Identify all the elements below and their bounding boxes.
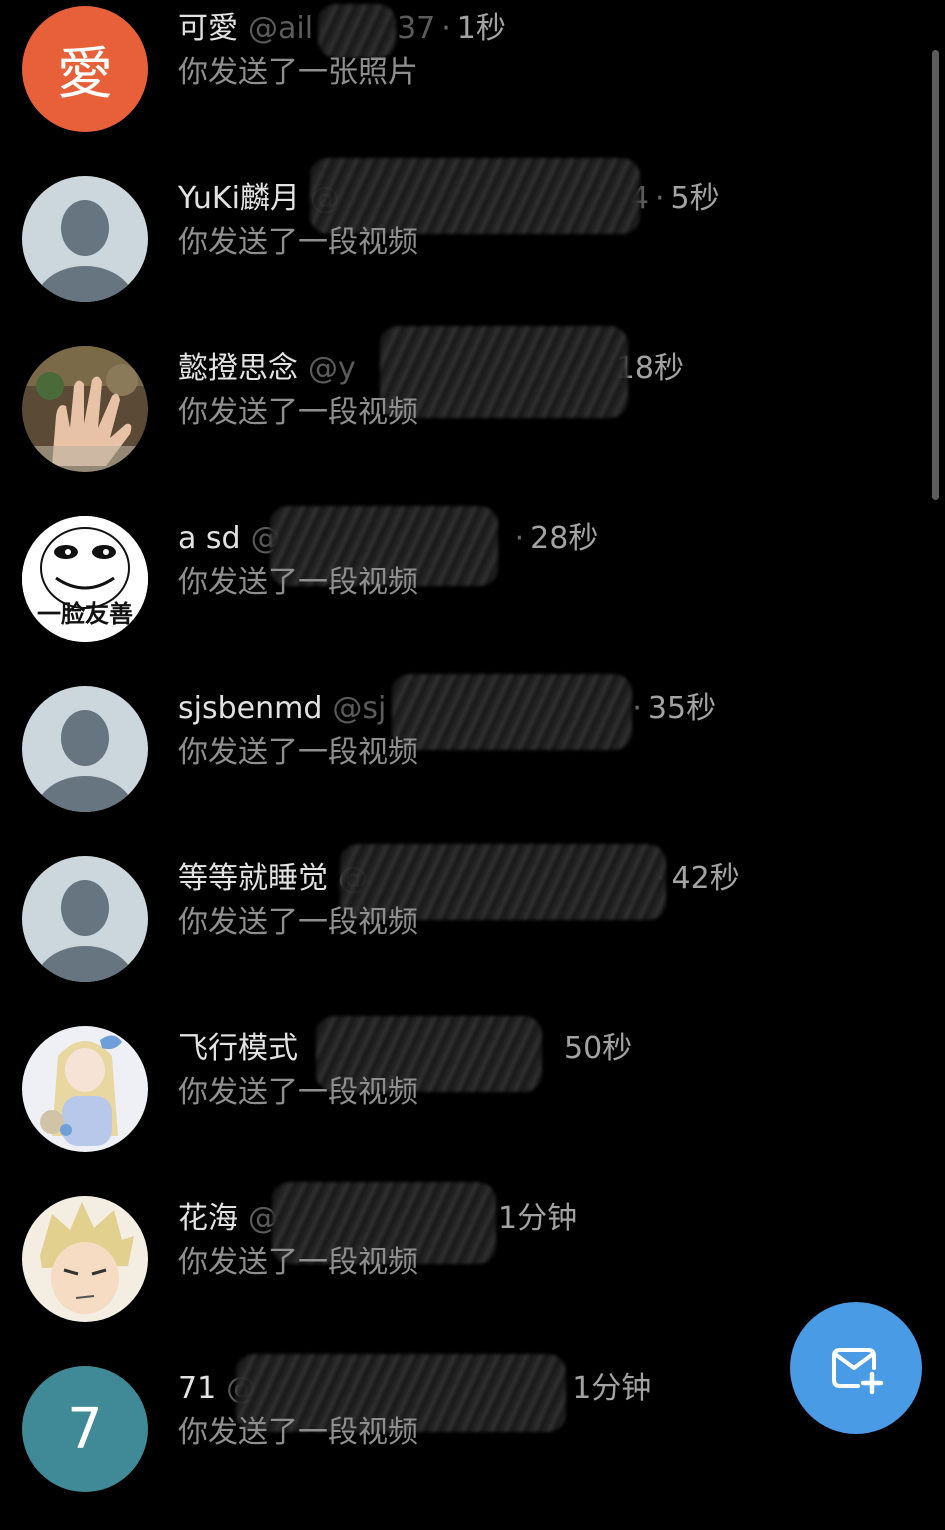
new-message-icon bbox=[832, 1348, 884, 1395]
new-message-button[interactable] bbox=[790, 1302, 922, 1434]
conversation-name: a sd bbox=[178, 521, 241, 556]
conversation-name: 懿撜思念 bbox=[178, 351, 298, 386]
conversation-time: 35秒 bbox=[647, 691, 717, 726]
conversation-preview: 你发送了一段视频 bbox=[178, 395, 418, 430]
avatar[interactable]: 一脸友善 bbox=[22, 516, 148, 642]
avatar[interactable]: 愛 bbox=[22, 6, 148, 132]
redaction-scribble bbox=[392, 674, 632, 750]
conversation-time: 5秒 bbox=[670, 181, 720, 216]
conversation-preview: 你发送了一段视频 bbox=[178, 1245, 418, 1280]
conversation-name: 71 bbox=[178, 1371, 217, 1406]
hand-photo-avatar-icon bbox=[22, 346, 148, 472]
avatar[interactable] bbox=[22, 346, 148, 472]
separator-dot: · bbox=[441, 11, 451, 46]
avatar[interactable] bbox=[22, 176, 148, 302]
conversation-preview: 你发送了一段视频 bbox=[178, 905, 418, 940]
avatar[interactable] bbox=[22, 1026, 148, 1152]
conversation-handle: @y bbox=[308, 351, 356, 386]
conversation-time: 1分钟 bbox=[572, 1371, 652, 1406]
avatar-letter: 7 bbox=[67, 1396, 103, 1462]
conversation-preview: 你发送了一段视频 bbox=[178, 735, 418, 770]
conversation-name: 等等就睡觉 bbox=[178, 861, 328, 896]
anime-boy-avatar-icon bbox=[22, 1196, 148, 1322]
conversation-row[interactable]: sjsbenmd @sj · 35秒 你发送了一段视频 bbox=[0, 674, 945, 850]
conversation-handle: @sj bbox=[332, 691, 387, 726]
conversation-time: 28秒 bbox=[530, 521, 599, 556]
default-avatar-icon bbox=[22, 686, 148, 812]
conversation-row[interactable]: 愛 可愛 @ail 37 · 1秒 你发送了一张照片 bbox=[0, 0, 945, 170]
conversation-row[interactable]: YuKi麟月@4·5秒 你发送了一段视频 bbox=[0, 158, 945, 340]
conversation-name: sjsbenmd bbox=[178, 691, 323, 726]
avatar[interactable] bbox=[22, 1196, 148, 1322]
scrollbar[interactable] bbox=[932, 50, 939, 500]
avatar[interactable] bbox=[22, 686, 148, 812]
conversation-handle-tail: 37 bbox=[397, 11, 436, 46]
conversation-row[interactable]: 飞行模式 50秒 你发送了一段视频 bbox=[0, 1016, 945, 1190]
conversation-name: 可愛 bbox=[178, 11, 238, 46]
conversation-time: 42秒 bbox=[671, 861, 740, 896]
conversation-name: YuKi麟月 bbox=[178, 181, 300, 216]
conversation-preview: 你发送了一段视频 bbox=[178, 225, 418, 260]
conversation-list: 愛 可愛@ail37·1秒 你发送了一张照片 YuKi麟月@4·5秒 你发送了一… bbox=[0, 0, 945, 1492]
anime-girl-avatar-icon bbox=[22, 1026, 148, 1152]
conversation-row[interactable]: 一脸友善 a sd @ · 28秒 你发送了一段视频 bbox=[0, 506, 945, 680]
conversation-preview: 你发送了一段视频 bbox=[178, 565, 418, 600]
avatar-caption: 一脸友善 bbox=[37, 600, 133, 628]
conversation-time: 1分钟 bbox=[498, 1201, 578, 1236]
conversation-name: 飞行模式 bbox=[178, 1031, 298, 1066]
default-avatar-icon bbox=[22, 856, 148, 982]
separator-dot: · bbox=[514, 521, 525, 556]
conversation-preview: 你发送了一张照片 bbox=[178, 55, 418, 90]
conversation-preview: 你发送了一段视频 bbox=[178, 1415, 418, 1450]
separator-dot: · bbox=[655, 181, 665, 216]
conversation-time: 50秒 bbox=[564, 1031, 633, 1066]
conversation-row[interactable]: 懿撜思念 @y 18秒 你发送了一段视频 bbox=[0, 326, 945, 510]
avatar[interactable] bbox=[22, 856, 148, 982]
default-avatar-icon bbox=[22, 176, 148, 302]
conversation-preview: 你发送了一段视频 bbox=[178, 1075, 418, 1110]
conversation-time: 1秒 bbox=[456, 11, 506, 46]
conversation-row[interactable]: 等等就睡觉@·42秒 你发送了一段视频 bbox=[0, 844, 945, 1020]
avatar-letter: 愛 bbox=[57, 41, 113, 107]
separator-dot: · bbox=[632, 691, 642, 726]
conversation-handle: @ail bbox=[248, 11, 314, 46]
conversation-name: 花海 bbox=[178, 1201, 238, 1236]
avatar[interactable]: 7 bbox=[22, 1366, 148, 1492]
